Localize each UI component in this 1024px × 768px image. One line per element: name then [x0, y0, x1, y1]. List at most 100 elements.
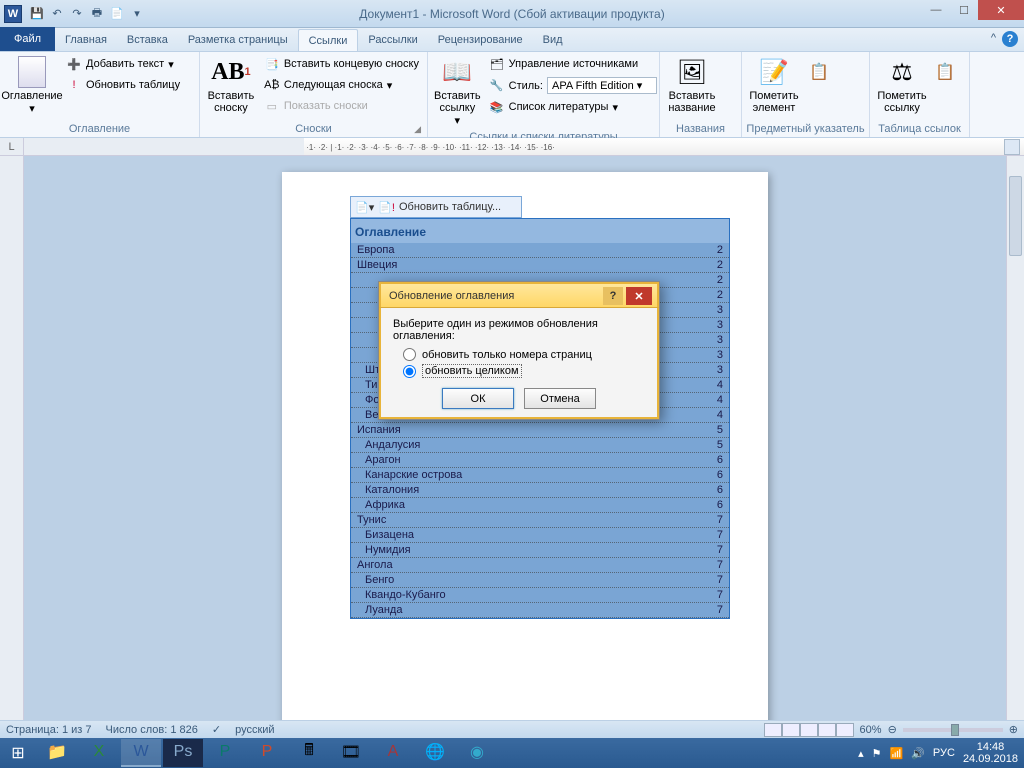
- status-words[interactable]: Число слов: 1 826: [106, 724, 198, 736]
- insert-caption-button[interactable]: 🖼Вставить название: [664, 54, 720, 116]
- save-icon[interactable]: 💾: [28, 5, 46, 23]
- preview-icon[interactable]: 📄: [108, 5, 126, 23]
- dialog-help-button[interactable]: ?: [603, 287, 623, 305]
- ruler-bar: L ·1· ·2· | ·1· ·2· ·3· ·4· ·5· ·6· ·7· …: [0, 138, 1024, 156]
- taskbar-explorer[interactable]: 📁: [37, 739, 77, 767]
- toc-entry[interactable]: Арагон6: [351, 453, 729, 468]
- insert-citation-button[interactable]: 📖Вставить ссылку▾: [432, 54, 483, 129]
- mark-entry-button[interactable]: 📝Пометить элемент: [746, 54, 802, 116]
- toc-entry[interactable]: Бенго7: [351, 573, 729, 588]
- dialog-titlebar[interactable]: Обновление оглавления ? ✕: [379, 282, 659, 308]
- view-print-layout[interactable]: [764, 723, 782, 737]
- footnotes-launcher-icon[interactable]: ◢: [414, 124, 421, 135]
- ok-button[interactable]: ОК: [442, 388, 514, 409]
- zoom-out-button[interactable]: ⊖: [888, 723, 897, 736]
- toc-entry[interactable]: Андалусия5: [351, 438, 729, 453]
- status-page[interactable]: Страница: 1 из 7: [6, 724, 92, 736]
- start-button[interactable]: ⊞: [0, 738, 36, 768]
- zoom-level[interactable]: 60%: [860, 724, 882, 736]
- insert-footnote-button[interactable]: AB1Вставить сноску: [204, 54, 258, 116]
- tab-home[interactable]: Главная: [55, 29, 117, 51]
- next-footnote-button[interactable]: A₿Следующая сноска ▾: [260, 75, 423, 95]
- add-text-button[interactable]: ➕Добавить текст ▾: [62, 54, 184, 74]
- toc-entry[interactable]: Луанда7: [351, 603, 729, 618]
- zoom-in-button[interactable]: ⊕: [1009, 723, 1018, 736]
- toc-field-toolbar[interactable]: 📄▾ 📄! Обновить таблицу...: [350, 196, 522, 218]
- maximize-button[interactable]: ☐: [950, 0, 978, 20]
- close-button[interactable]: ✕: [978, 0, 1024, 20]
- horizontal-ruler[interactable]: ·1· ·2· | ·1· ·2· ·3· ·4· ·5· ·6· ·7· ·8…: [24, 138, 1024, 155]
- toc-menu-icon[interactable]: 📄▾: [355, 201, 374, 214]
- mark-citation-button[interactable]: ⚖Пометить ссылку: [874, 54, 930, 116]
- tray-volume-icon[interactable]: 🔊: [911, 747, 925, 760]
- tab-references[interactable]: Ссылки: [298, 29, 359, 51]
- view-full-screen[interactable]: [782, 723, 800, 737]
- taskbar-calculator[interactable]: 🖩: [289, 739, 329, 767]
- taskbar-access[interactable]: A: [373, 739, 413, 767]
- tab-selector[interactable]: L: [0, 138, 24, 155]
- tab-insert[interactable]: Вставка: [117, 29, 178, 51]
- tray-clock[interactable]: 14:4824.09.2018: [963, 741, 1018, 765]
- taskbar-powerpoint[interactable]: P: [247, 739, 287, 767]
- toc-update-icon[interactable]: 📄!: [378, 201, 395, 214]
- dialog-close-button[interactable]: ✕: [626, 287, 652, 305]
- view-draft[interactable]: [836, 723, 854, 737]
- tab-layout[interactable]: Разметка страницы: [178, 29, 298, 51]
- minimize-ribbon-icon[interactable]: ^: [991, 32, 996, 44]
- toc-entry[interactable]: Квандо-Кубанго7: [351, 588, 729, 603]
- vertical-ruler[interactable]: [0, 156, 24, 720]
- toa-extra-button[interactable]: 📋: [932, 54, 958, 92]
- citation-style-select[interactable]: 🔧Стиль: APA Fifth Edition ▾: [485, 75, 661, 96]
- toc-entry[interactable]: Испания5: [351, 423, 729, 438]
- taskbar-app[interactable]: ◉: [457, 739, 497, 767]
- tab-mailings[interactable]: Рассылки: [358, 29, 427, 51]
- tab-view[interactable]: Вид: [533, 29, 573, 51]
- manage-sources-button[interactable]: 🗂Управление источниками: [485, 54, 661, 74]
- toc-entry[interactable]: Каталония6: [351, 483, 729, 498]
- bibliography-button[interactable]: 📚Список литературы ▾: [485, 97, 661, 117]
- toc-entry[interactable]: Европа2: [351, 243, 729, 258]
- view-outline[interactable]: [818, 723, 836, 737]
- taskbar-video[interactable]: 🎞: [331, 739, 371, 767]
- qat-more-icon[interactable]: ▾: [128, 5, 146, 23]
- tray-flag-icon[interactable]: ⚑: [872, 747, 882, 760]
- toc-entry[interactable]: Швеция2: [351, 258, 729, 273]
- help-button[interactable]: ?: [1002, 31, 1018, 47]
- zoom-slider[interactable]: [903, 728, 1003, 732]
- redo-icon[interactable]: ↷: [68, 5, 86, 23]
- radio-update-entire[interactable]: обновить целиком: [403, 364, 645, 378]
- toc-update-label[interactable]: Обновить таблицу...: [399, 201, 501, 213]
- status-language[interactable]: русский: [235, 724, 274, 736]
- tray-network-icon[interactable]: 📶: [890, 747, 904, 760]
- insert-endnote-button[interactable]: 📑Вставить концевую сноску: [260, 54, 423, 74]
- cancel-button[interactable]: Отмена: [524, 388, 596, 409]
- taskbar-chrome[interactable]: 🌐: [415, 739, 455, 767]
- taskbar-word[interactable]: W: [121, 739, 161, 767]
- tab-review[interactable]: Рецензирование: [428, 29, 533, 51]
- update-table-button[interactable]: !Обновить таблицу: [62, 75, 184, 95]
- undo-icon[interactable]: ↶: [48, 5, 66, 23]
- index-extra-button[interactable]: 📋: [804, 54, 834, 92]
- view-web-layout[interactable]: [800, 723, 818, 737]
- ruler-toggle-icon[interactable]: [1004, 139, 1020, 155]
- tab-file[interactable]: Файл: [0, 27, 55, 51]
- taskbar-photoshop[interactable]: Ps: [163, 739, 203, 767]
- toc-button[interactable]: Оглавление▾: [4, 54, 60, 117]
- minimize-button[interactable]: —: [922, 0, 950, 20]
- status-proofing-icon[interactable]: ✓: [212, 723, 221, 736]
- vertical-scrollbar[interactable]: [1006, 156, 1024, 720]
- toc-entry[interactable]: Бизацена7: [351, 528, 729, 543]
- tray-language[interactable]: РУС: [933, 747, 955, 759]
- toc-entry[interactable]: Ангола7: [351, 558, 729, 573]
- tray-up-icon[interactable]: ▴: [858, 747, 864, 760]
- toc-entry[interactable]: Нумидия7: [351, 543, 729, 558]
- toc-entry[interactable]: Канарские острова6: [351, 468, 729, 483]
- radio-update-page-numbers[interactable]: обновить только номера страниц: [403, 348, 645, 361]
- scrollbar-thumb[interactable]: [1009, 176, 1022, 256]
- toc-entry[interactable]: Африка6: [351, 498, 729, 513]
- taskbar-excel[interactable]: X: [79, 739, 119, 767]
- print-icon[interactable]: 🖶: [88, 5, 106, 23]
- document-page[interactable]: 📄▾ 📄! Обновить таблицу... Оглавление Евр…: [282, 172, 768, 720]
- taskbar-publisher[interactable]: P: [205, 739, 245, 767]
- toc-entry[interactable]: Тунис7: [351, 513, 729, 528]
